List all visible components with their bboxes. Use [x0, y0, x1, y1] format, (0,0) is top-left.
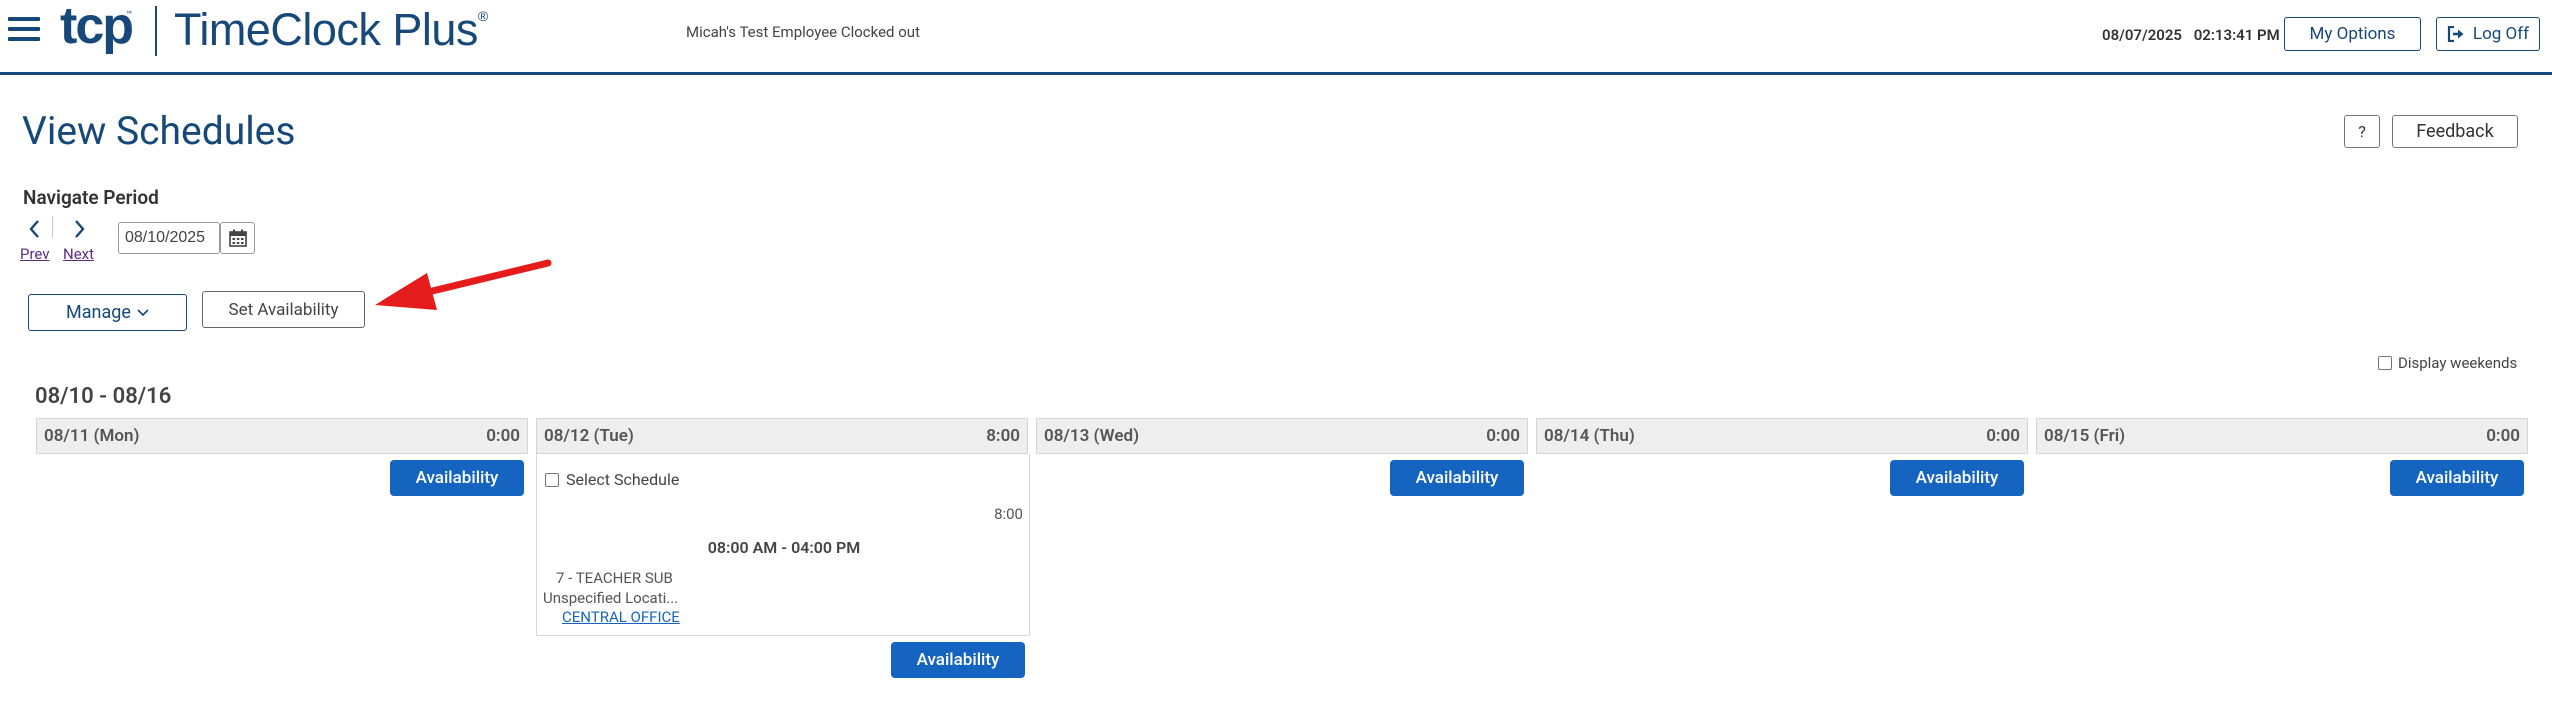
employee-status: Micah's Test Employee Clocked out [686, 23, 920, 41]
day-label: 08/15 (Fri) [2044, 426, 2126, 446]
schedule-job: 7 - TEACHER SUB [556, 569, 673, 587]
select-schedule-checkbox[interactable] [545, 472, 559, 487]
logo-tcp: tcp [60, 0, 134, 55]
day-header: 08/12 (Tue) 8:00 [536, 418, 1028, 454]
schedule-time: 08:00 AM - 04:00 PM [707, 538, 861, 557]
header-date: 08/07/2025 [2102, 26, 2182, 44]
schedule-hours: 8:00 [994, 505, 1023, 523]
calendar-button[interactable] [220, 222, 255, 254]
feedback-button[interactable]: Feedback [2392, 115, 2518, 148]
day-header: 08/14 (Thu) 0:00 [1536, 418, 2028, 454]
period-date-input[interactable] [118, 222, 220, 254]
header-time: 02:13:41 PM [2193, 26, 2280, 44]
prev-link[interactable]: Prev [20, 245, 50, 263]
day-hours: 8:00 [986, 426, 1020, 446]
my-options-button[interactable]: My Options [2284, 17, 2421, 51]
select-schedule-label: Select Schedule [566, 470, 680, 489]
display-weekends-toggle[interactable]: Display weekends [2378, 354, 2517, 372]
day-column-tue: 08/12 (Tue) 8:00 Select Schedule 8:00 08… [536, 418, 1030, 678]
day-column-wed: 08/13 (Wed) 0:00 Availability [1036, 418, 1528, 496]
manage-button[interactable]: Manage [28, 294, 187, 331]
logo-name: TimeClock Plus® [174, 4, 488, 55]
chevron-down-icon [137, 308, 149, 316]
app-header: tcp ™ TimeClock Plus® Micah's Test Emplo… [0, 0, 2552, 75]
availability-button[interactable]: Availability [1890, 460, 2024, 496]
select-schedule-toggle[interactable]: Select Schedule [545, 470, 679, 489]
day-hours: 0:00 [2486, 426, 2520, 446]
manage-label: Manage [66, 302, 131, 323]
schedule-location: Unspecified Locati... [543, 589, 679, 607]
availability-button[interactable]: Availability [2390, 460, 2524, 496]
chevron-left-icon [29, 220, 39, 238]
day-hours: 0:00 [1486, 426, 1520, 446]
display-weekends-checkbox[interactable] [2378, 356, 2392, 370]
availability-button[interactable]: Availability [390, 460, 524, 496]
availability-button[interactable]: Availability [891, 642, 1025, 678]
help-button[interactable]: ? [2344, 115, 2380, 148]
week-range: 08/10 - 08/16 [35, 384, 172, 409]
day-header: 08/11 (Mon) 0:00 [36, 418, 528, 454]
hamburger-icon[interactable] [8, 17, 40, 45]
next-period-button[interactable]: Next [63, 215, 94, 263]
logout-icon [2447, 26, 2464, 42]
chevron-right-icon [74, 220, 85, 238]
next-link[interactable]: Next [63, 245, 94, 263]
day-label: 08/11 (Mon) [44, 426, 140, 446]
day-header: 08/15 (Fri) 0:00 [2036, 418, 2528, 454]
nav-divider [52, 216, 53, 238]
page-title: View Schedules [22, 108, 296, 154]
day-label: 08/13 (Wed) [1044, 426, 1140, 446]
logo-trademark: ™ [126, 10, 133, 21]
day-label: 08/14 (Thu) [1544, 426, 1635, 446]
set-availability-button[interactable]: Set Availability [202, 291, 365, 328]
header-datetime: 08/07/2025 02:13:41 PM [2102, 26, 2280, 44]
schedule-location-link[interactable]: CENTRAL OFFICE [562, 608, 680, 626]
red-arrow-annotation [375, 259, 552, 310]
display-weekends-label: Display weekends [2398, 354, 2518, 372]
day-column-thu: 08/14 (Thu) 0:00 Availability [1536, 418, 2028, 496]
log-off-label: Log Off [2472, 24, 2530, 44]
calendar-icon [228, 229, 247, 247]
logo-divider [155, 6, 157, 56]
day-hours: 0:00 [486, 426, 520, 446]
availability-button[interactable]: Availability [1390, 460, 1524, 496]
day-label: 08/12 (Tue) [544, 426, 634, 446]
prev-period-button[interactable]: Prev [20, 215, 50, 263]
schedule-card[interactable]: Select Schedule 8:00 08:00 AM - 04:00 PM… [536, 454, 1030, 636]
day-hours: 0:00 [1986, 426, 2020, 446]
navigate-period-label: Navigate Period [23, 186, 159, 209]
day-column-fri: 08/15 (Fri) 0:00 Availability [2036, 418, 2528, 496]
day-column-mon: 08/11 (Mon) 0:00 Availability [36, 418, 528, 496]
log-off-button[interactable]: Log Off [2436, 17, 2540, 51]
day-header: 08/13 (Wed) 0:00 [1036, 418, 1528, 454]
